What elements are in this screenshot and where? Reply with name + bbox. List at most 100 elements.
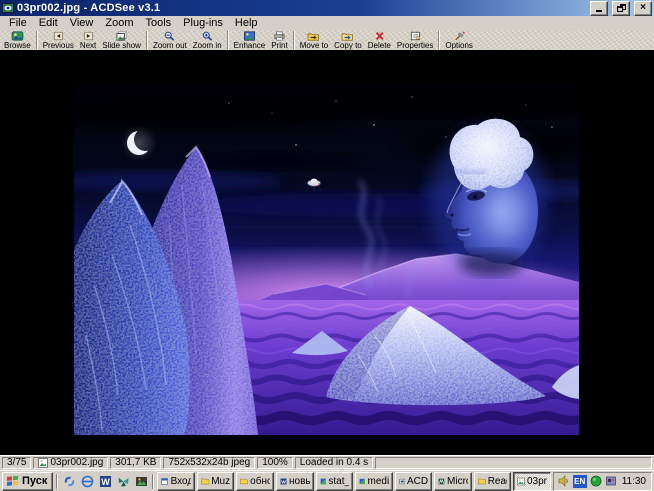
taskbar: Пуск W [0,470,654,491]
copy-to-button[interactable]: Copy to [331,30,365,50]
toolbar-separator [438,31,440,49]
window-task-icon [161,476,168,487]
task-micro[interactable]: Micro... [434,472,472,491]
restore-button[interactable] [612,1,630,16]
close-button[interactable]: × [634,1,652,16]
slide-show-button[interactable]: Slide show [99,30,144,50]
image-file-icon [38,458,48,468]
move-to-label: Move to [300,42,328,50]
antivirus-tray-icon[interactable] [590,475,602,487]
task-muzr2[interactable]: Muzr2 [197,472,235,491]
word-icon: W [280,476,287,487]
window-title: 03pr002.jpg - ACDSee v3.1 [17,0,586,16]
enhance-label: Enhance [234,42,266,50]
taskbar-separator [152,474,154,489]
acdsee-task-icon [399,476,405,487]
menu-file[interactable]: File [3,16,33,30]
task-label: stat_ed [328,476,349,487]
copy-to-icon [340,31,355,41]
minimize-button[interactable] [590,1,608,16]
task-acdsee[interactable]: ACDS... [395,472,433,491]
status-empty-cell [375,457,652,469]
task-ready[interactable]: Ready [474,472,512,491]
previous-button[interactable]: Previous [40,30,77,50]
toolbar: Browse Previous Next Slide show [0,30,654,51]
task-obno[interactable]: обно... [236,472,274,491]
artwork-image[interactable] [74,85,579,435]
slide-show-label: Slide show [102,42,141,50]
move-to-button[interactable]: Move to [297,30,331,50]
menu-plugins[interactable]: Plug-ins [177,16,229,30]
task-label: 03pr... [527,476,547,487]
toolbar-separator [227,31,229,49]
start-button[interactable]: Пуск [2,472,53,491]
imaging-app-button[interactable] [133,473,149,489]
toolbar-separator [146,31,148,49]
next-button[interactable]: Next [77,30,99,50]
folder-icon [478,476,486,486]
task-03pr-active[interactable]: 03pr... [513,472,551,491]
delete-button[interactable]: Delete [365,30,394,50]
zoom-in-label: Zoom in [193,42,222,50]
acdsee-window: 03pr002.jpg - ACDSee v3.1 × File Edit Vi… [0,0,654,491]
slide-show-icon [114,31,129,41]
zoom-in-icon [200,31,215,41]
zoom-out-button[interactable]: Zoom out [150,30,190,50]
media-app-icon [359,476,366,487]
app-icon [438,476,445,487]
titlebar[interactable]: 03pr002.jpg - ACDSee v3.1 × [0,0,654,16]
properties-button[interactable]: Properties [394,30,436,50]
word-icon: W [99,475,112,488]
toolbar-separator [293,31,295,49]
menu-edit[interactable]: Edit [33,16,64,30]
clock[interactable]: 11:30 [622,476,646,487]
task-vhod[interactable]: Вход... [157,472,195,491]
task-label: Muzr2 [211,476,230,487]
image-viewer-area [0,50,654,455]
delete-icon [372,31,387,41]
task-label: ACDS... [407,476,428,487]
options-label: Options [445,42,473,50]
quicklaunch-app-button[interactable] [115,473,131,489]
enhance-button[interactable]: Enhance [231,30,269,50]
print-button[interactable]: Print [268,30,290,50]
internet-explorer-button[interactable] [79,473,95,489]
start-label: Пуск [22,475,47,487]
zoom-in-button[interactable]: Zoom in [190,30,225,50]
acdsee-app-icon [2,2,14,14]
menu-view[interactable]: View [64,16,100,30]
previous-icon [51,31,66,41]
copy-to-label: Copy to [334,42,362,50]
word-quicklaunch-button[interactable]: W [97,473,113,489]
task-media[interactable]: media... [355,472,393,491]
show-desktop-icon [63,475,76,488]
menu-help[interactable]: Help [229,16,264,30]
task-label: обно... [250,476,270,487]
properties-label: Properties [397,42,433,50]
menu-zoom[interactable]: Zoom [99,16,139,30]
volume-icon[interactable] [558,475,570,487]
status-load-time: Loaded in 0.4 s [295,457,373,469]
browse-icon [10,31,25,41]
image-file-icon [517,476,525,487]
system-tray: EN 11:30 [553,472,652,491]
status-filename-cell: 03pr002.jpg [33,457,108,469]
language-indicator[interactable]: EN [573,475,587,488]
status-filesize: 301,7 KB [110,457,161,469]
menu-tools[interactable]: Tools [139,16,177,30]
task-label: media... [368,476,389,487]
status-filename: 03pr002.jpg [50,458,103,468]
status-position: 3/75 [2,457,31,469]
browse-button[interactable]: Browse [1,30,34,50]
task-stat-ed[interactable]: stat_ed [316,472,354,491]
toolbar-separator [36,31,38,49]
properties-icon [408,31,423,41]
folder-icon [240,476,248,486]
tray-app-icon[interactable] [605,475,617,487]
task-novy[interactable]: W новы... [276,472,314,491]
options-button[interactable]: Options [442,30,476,50]
next-icon [81,31,96,41]
media-app-icon [320,476,327,487]
svg-text:W: W [101,477,110,487]
show-desktop-button[interactable] [61,473,77,489]
